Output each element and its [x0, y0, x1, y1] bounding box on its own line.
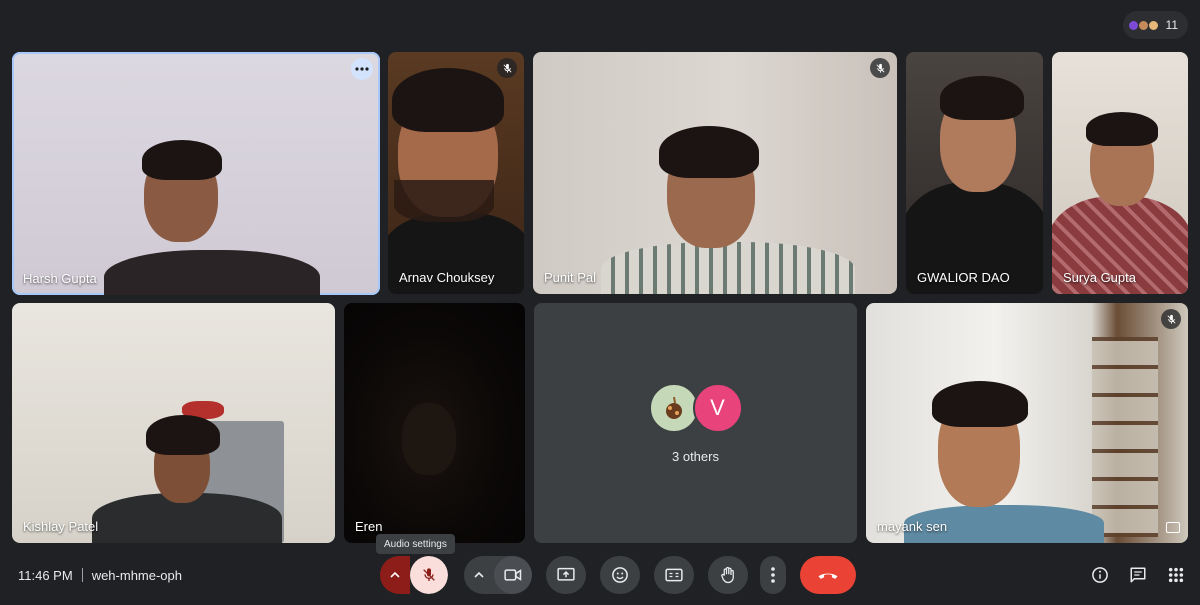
divider [81, 568, 83, 582]
bottom-toolbar: 11:46 PM weh-mhme-oph [0, 555, 1200, 595]
mic-control [380, 556, 448, 594]
captions-button[interactable] [654, 556, 694, 594]
meeting-time: 11:46 PM [18, 567, 73, 583]
side-panel-controls [1090, 565, 1186, 585]
leave-call-button[interactable] [800, 556, 856, 594]
video-tile-punit-pal[interactable]: Punit Pal [533, 52, 897, 294]
participant-video [388, 62, 524, 294]
info-icon [1092, 567, 1108, 583]
participant-name: Harsh Gupta [23, 271, 97, 286]
participant-video [906, 72, 1043, 294]
others-label: 3 others [672, 448, 719, 464]
chat-button[interactable] [1128, 565, 1148, 585]
meeting-info: 11:46 PM weh-mhme-oph [18, 568, 182, 583]
more-options-icon[interactable] [351, 58, 373, 80]
participant-name: GWALIOR DAO [917, 270, 1010, 285]
video-tile-others[interactable]: V 3 others [534, 303, 857, 543]
audio-settings-tooltip: Audio settings [376, 534, 455, 554]
activities-button[interactable] [1166, 565, 1186, 585]
meeting-code: weh-mhme-oph [91, 567, 183, 583]
participant-video [601, 122, 855, 294]
mic-muted-icon [1161, 309, 1181, 329]
participant-video [104, 138, 320, 295]
video-tile-gwalior-dao[interactable]: GWALIOR DAO [906, 52, 1043, 294]
participants-count: 11 [1165, 18, 1178, 32]
chat-icon [1130, 567, 1146, 583]
participant-name: Surya Gupta [1063, 270, 1136, 285]
apps-grid-icon [1168, 567, 1184, 583]
video-tile-arnav-chouksey[interactable]: Arnav Chouksey [388, 52, 524, 294]
participant-name: Arnav Chouksey [399, 270, 495, 285]
participant-name: Eren [355, 519, 383, 534]
hand-icon [721, 566, 734, 584]
present-screen-button[interactable] [546, 556, 586, 594]
video-tile-kishlay-patel[interactable]: Kishlay Patel [12, 303, 335, 543]
mic-muted-icon [870, 58, 890, 78]
more-vert-icon [771, 567, 775, 583]
audio-settings-button[interactable] [380, 556, 410, 594]
video-tile-mayank-sen[interactable]: mayank sen [866, 303, 1188, 543]
participant-name: Kishlay Patel [23, 519, 99, 534]
others-avatars: V [648, 382, 743, 433]
meeting-details-button[interactable] [1090, 565, 1110, 585]
mic-off-icon [423, 568, 435, 581]
camera-button[interactable] [494, 556, 532, 594]
video-settings-button[interactable] [464, 556, 494, 594]
participants-indicator[interactable]: 11 [1122, 11, 1188, 39]
window-grille [1092, 337, 1158, 537]
reactions-button[interactable] [600, 556, 640, 594]
emoji-icon [612, 567, 628, 583]
participant-name: mayank sen [877, 519, 948, 534]
video-tile-eren[interactable]: Eren [344, 303, 525, 543]
call-controls [380, 555, 856, 595]
more-options-button[interactable] [760, 556, 786, 594]
participant-video [398, 399, 468, 499]
participant-avatars [1128, 20, 1158, 30]
participant-video [92, 415, 282, 543]
video-tile-harsh-gupta[interactable]: Harsh Gupta [12, 52, 380, 295]
avatar: V [692, 382, 743, 433]
captions-indicator-icon [1166, 522, 1180, 533]
present-icon [557, 567, 575, 581]
participant-name: Punit Pal [544, 270, 597, 285]
camera-icon [504, 569, 522, 581]
hang-up-icon [818, 573, 838, 579]
avatar [648, 382, 699, 433]
raise-hand-button[interactable] [708, 556, 748, 594]
mic-muted-icon [497, 58, 517, 78]
captions-icon [665, 568, 683, 582]
participant-video [904, 375, 1104, 543]
camera-control [464, 556, 532, 594]
video-tile-surya-gupta[interactable]: Surya Gupta [1052, 52, 1188, 294]
microphone-button[interactable] [410, 556, 448, 594]
participant-video [1052, 112, 1188, 294]
